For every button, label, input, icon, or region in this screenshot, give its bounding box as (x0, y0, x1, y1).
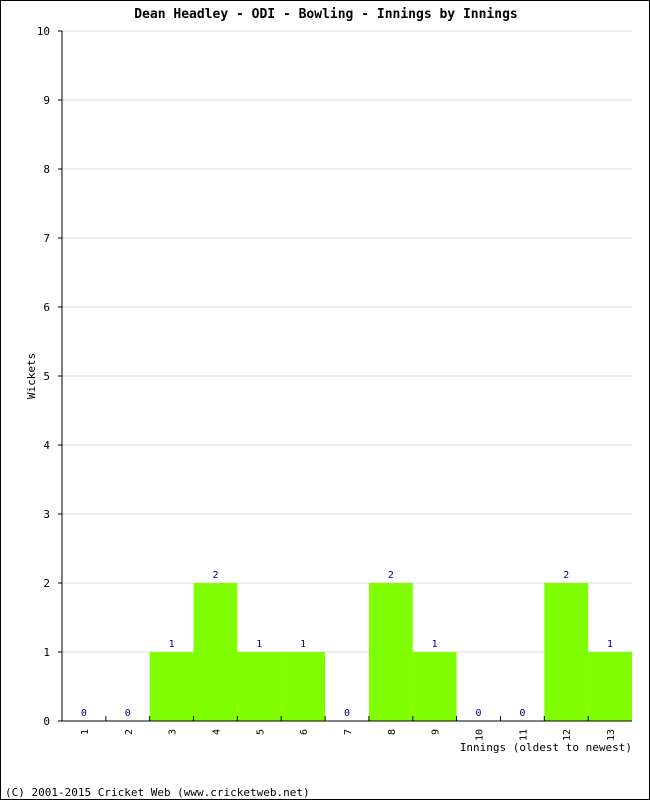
x-tick-label: 11 (518, 729, 529, 741)
y-tick-label: 5 (43, 370, 50, 383)
x-tick-label: 9 (431, 729, 442, 735)
x-axis-label: Innings (oldest to newest) (460, 741, 632, 754)
data-label: 1 (607, 639, 613, 650)
y-tick-label: 9 (43, 94, 50, 107)
bar-chart: Dean Headley - ODI - Bowling - Innings b… (5, 7, 632, 799)
data-label: 1 (432, 639, 438, 650)
x-tick-label: 3 (168, 729, 179, 735)
x-tick-label: 4 (211, 729, 222, 735)
x-tick-label: 7 (343, 729, 354, 735)
y-tick-label: 0 (43, 715, 50, 728)
x-tick-label: 5 (255, 729, 266, 735)
y-tick-label: 8 (43, 163, 50, 176)
y-tick-label: 4 (43, 439, 50, 452)
y-tick-label: 2 (43, 577, 50, 590)
data-label: 2 (388, 570, 394, 581)
bar (193, 583, 238, 721)
x-tick-label: 12 (562, 729, 573, 741)
data-label: 0 (81, 708, 87, 719)
data-label: 2 (212, 570, 218, 581)
bar (588, 652, 632, 721)
y-tick-label: 1 (43, 646, 50, 659)
x-tick-label: 8 (387, 729, 398, 735)
data-label: 0 (519, 708, 525, 719)
x-tick-label: 13 (606, 729, 617, 741)
data-label: 1 (169, 639, 175, 650)
data-label: 0 (344, 708, 350, 719)
bar (412, 652, 457, 721)
bar (281, 652, 326, 721)
bar (149, 652, 194, 721)
x-tick-label: 6 (299, 729, 310, 735)
y-axis-label: Wickets (25, 353, 38, 399)
bar (544, 583, 589, 721)
footer-copyright: (C) 2001-2015 Cricket Web (www.cricketwe… (5, 786, 310, 799)
x-tick-label: 10 (475, 729, 486, 741)
y-tick-label: 7 (43, 232, 50, 245)
data-label: 0 (476, 708, 482, 719)
data-label: 0 (125, 708, 131, 719)
chart-title: Dean Headley - ODI - Bowling - Innings b… (134, 7, 518, 22)
y-tick-label: 10 (37, 25, 50, 38)
data-label: 1 (256, 639, 262, 650)
x-tick-label: 2 (124, 729, 135, 735)
y-tick-label: 3 (43, 508, 50, 521)
y-tick-label: 6 (43, 301, 50, 314)
data-label: 1 (300, 639, 306, 650)
data-label: 2 (563, 570, 569, 581)
bar (368, 583, 413, 721)
bar (237, 652, 282, 721)
chart-container: Dean Headley - ODI - Bowling - Innings b… (0, 0, 650, 800)
x-tick-label: 1 (80, 729, 91, 735)
